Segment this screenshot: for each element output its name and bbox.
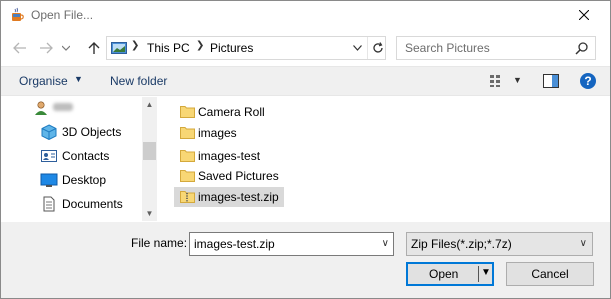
open-button-label: Open (429, 267, 459, 281)
documents-icon (40, 196, 58, 212)
list-item[interactable]: Saved Pictures (174, 166, 282, 186)
3d-objects-icon (40, 124, 58, 141)
cancel-button[interactable]: Cancel (506, 262, 594, 286)
arrow-up-icon (88, 42, 100, 54)
this-pc-icon (111, 41, 127, 55)
file-name-label: File name: (131, 236, 188, 250)
view-dropdown-icon[interactable]: ▼ (513, 75, 522, 85)
user-icon (33, 100, 51, 116)
breadcrumb-pictures[interactable]: Pictures (210, 41, 253, 55)
file-name-field[interactable]: images-test.zip ∨ (189, 232, 394, 256)
nav-item-label: Desktop (62, 173, 107, 187)
refresh-button[interactable] (367, 37, 387, 59)
change-view-icon[interactable] (489, 74, 505, 88)
desktop-icon (40, 172, 58, 188)
folder-icon (180, 126, 195, 139)
file-name: images-test (198, 149, 261, 163)
scroll-up-icon[interactable]: ▲ (142, 97, 157, 112)
file-type-select[interactable]: Zip Files(*.zip;*.7z) ∨ (406, 232, 593, 256)
window-title: Open File... (31, 8, 94, 22)
organise-button[interactable]: Organise (19, 74, 68, 88)
search-input[interactable]: Search Pictures (396, 36, 596, 60)
new-folder-button[interactable]: New folder (110, 74, 167, 88)
nav-item-documents[interactable]: Documents (1, 193, 141, 215)
address-bar[interactable]: ❯ This PC ❯ Pictures (106, 36, 386, 60)
file-name-value: images-test.zip (194, 237, 275, 251)
preview-pane-icon[interactable] (543, 74, 559, 88)
dialog-footer: File name: images-test.zip ∨ Zip Files(*… (1, 222, 610, 299)
file-type-value: Zip Files(*.zip;*.7z) (411, 237, 512, 251)
folder-icon (180, 149, 195, 162)
organise-dropdown-icon[interactable]: ▼ (74, 74, 83, 84)
folder-icon (180, 105, 195, 118)
chevron-down-icon: ∨ (579, 238, 587, 249)
file-list: Camera Roll images images-test Saved Pic… (170, 100, 600, 216)
title-bar: Open File... (0, 0, 611, 30)
cancel-button-label: Cancel (531, 267, 569, 281)
help-button[interactable]: ? (580, 73, 596, 89)
file-name: Camera Roll (198, 105, 265, 119)
zip-folder-icon (180, 190, 195, 203)
nav-item-label: Contacts (62, 149, 110, 163)
chevron-down-icon (62, 45, 70, 51)
breadcrumb-this-pc[interactable]: This PC (147, 41, 190, 55)
arrow-left-icon (13, 42, 26, 54)
arrow-right-icon (40, 42, 53, 54)
java-cup-icon (9, 7, 25, 23)
chevron-down-icon (352, 45, 362, 51)
navigation-bar: ❯ This PC ❯ Pictures Search Pictures (0, 32, 611, 64)
nav-item-contacts[interactable]: Contacts (1, 145, 141, 167)
up-button[interactable] (84, 38, 104, 58)
list-item[interactable]: images-test (174, 146, 269, 166)
list-item[interactable]: Camera Roll (174, 102, 270, 122)
breadcrumb-separator-icon: ❯ (196, 40, 205, 51)
breadcrumb-separator-icon: ❯ (131, 40, 140, 51)
scroll-down-icon[interactable]: ▼ (142, 206, 157, 221)
close-button[interactable] (570, 4, 598, 26)
nav-item-user[interactable] (1, 97, 141, 119)
file-name: Saved Pictures (198, 169, 279, 183)
navigation-pane: 3D Objects Contacts Desktop Documents ▲ … (1, 97, 157, 221)
split-divider (478, 266, 479, 282)
file-name: images-test.zip (198, 190, 279, 204)
recent-locations-button[interactable] (60, 38, 72, 58)
list-item-selected[interactable]: images-test.zip (174, 187, 284, 207)
contacts-icon (40, 148, 58, 164)
command-bar: Organise ▼ New folder ▼ ? (1, 66, 610, 96)
back-button[interactable] (10, 38, 30, 58)
search-placeholder: Search Pictures (405, 41, 490, 55)
open-dropdown-icon[interactable]: ▼ (481, 267, 491, 278)
refresh-icon (372, 42, 383, 53)
nav-item-label: Documents (62, 197, 123, 211)
user-name-redacted (53, 103, 73, 111)
chevron-down-icon[interactable]: ∨ (382, 238, 389, 249)
nav-item-3d-objects[interactable]: 3D Objects (1, 121, 141, 143)
file-name: images (198, 126, 237, 140)
nav-item-label: 3D Objects (62, 125, 122, 139)
nav-item-desktop[interactable]: Desktop (1, 169, 141, 191)
nav-pane-scrollbar[interactable]: ▲ ▼ (142, 97, 157, 221)
folder-icon (180, 169, 195, 182)
open-button[interactable]: Open ▼ (406, 262, 494, 286)
list-item[interactable]: images (174, 123, 244, 143)
scrollbar-thumb[interactable] (143, 142, 156, 160)
forward-button[interactable] (36, 38, 56, 58)
search-icon[interactable] (575, 41, 589, 55)
address-dropdown-button[interactable] (347, 37, 367, 59)
close-icon (579, 10, 589, 20)
